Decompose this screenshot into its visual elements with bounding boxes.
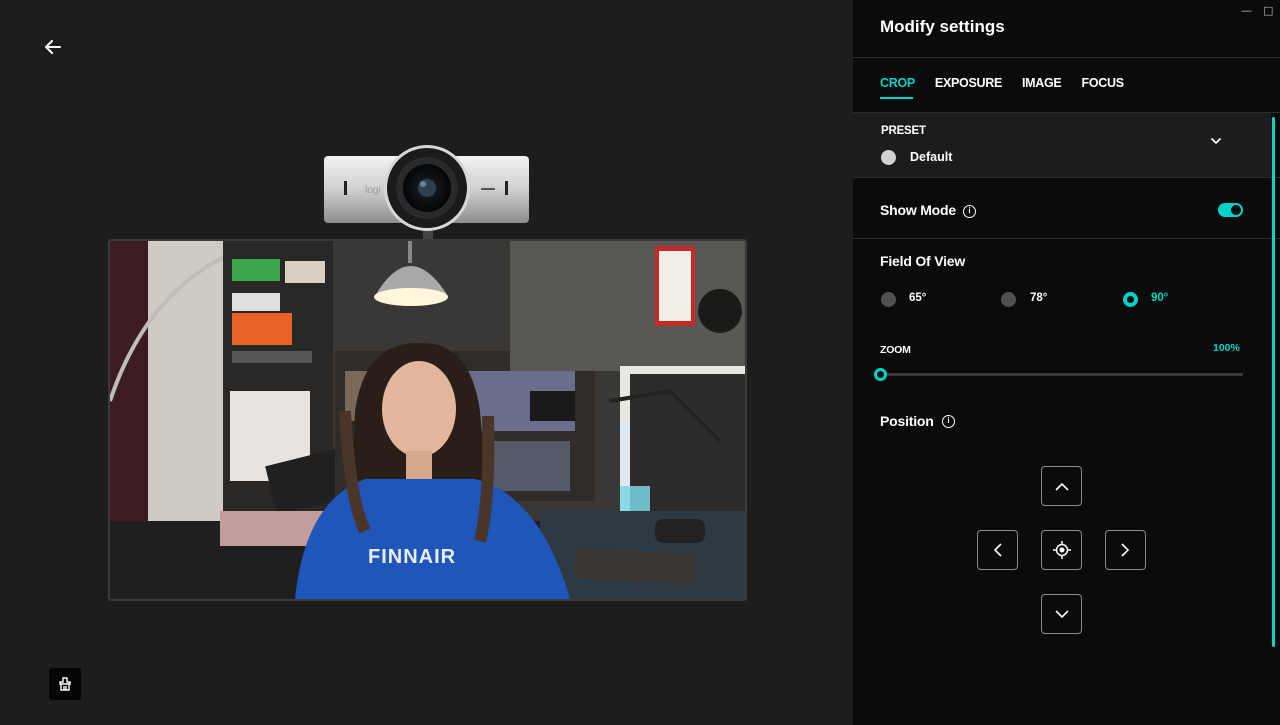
back-button[interactable] — [40, 34, 66, 60]
fov-65-radio[interactable] — [881, 292, 896, 307]
show-mode-toggle[interactable] — [1218, 203, 1243, 217]
app-window: logi FINNAIR — □ Modify settings CROP EX… — [0, 0, 1280, 725]
webcam-logo: logi — [365, 185, 381, 196]
preset-value: Default — [910, 150, 953, 164]
info-icon[interactable]: i — [942, 415, 955, 428]
chevron-up-icon — [1054, 482, 1069, 491]
field-of-view-label: Field Of View — [880, 253, 966, 269]
chevron-down-icon[interactable] — [1210, 137, 1222, 145]
preset-dropdown[interactable]: PRESET Default — [853, 113, 1271, 177]
settings-tabs: CROP EXPOSURE IMAGE FOCUS — [880, 76, 1124, 102]
active-tab-indicator — [880, 97, 913, 99]
chevron-right-icon — [1121, 543, 1130, 557]
shirt-text: FINNAIR — [368, 546, 456, 568]
tab-image[interactable]: IMAGE — [1022, 76, 1062, 102]
chevron-down-icon — [1054, 609, 1069, 618]
crosshair-icon — [1052, 541, 1071, 559]
panel-title: Modify settings — [880, 17, 1005, 36]
panel-scrollbar[interactable] — [1272, 117, 1275, 647]
divider — [853, 238, 1280, 239]
preset-color-dot — [881, 150, 896, 165]
recenter-button[interactable] — [1041, 530, 1082, 570]
zoom-value: 100% — [1213, 342, 1240, 354]
pan-up-button[interactable] — [1041, 466, 1082, 506]
zoom-slider-track[interactable] — [880, 373, 1243, 376]
pan-left-button[interactable] — [977, 530, 1018, 570]
divider — [853, 177, 1280, 178]
pan-down-button[interactable] — [1041, 594, 1082, 634]
preset-label: PRESET — [881, 125, 926, 137]
tab-exposure[interactable]: EXPOSURE — [935, 76, 1002, 102]
maximize-button[interactable]: □ — [1263, 4, 1273, 17]
settings-panel: — □ Modify settings CROP EXPOSURE IMAGE … — [853, 0, 1280, 725]
preview-image: FINNAIR — [110, 241, 745, 599]
camera-stage: logi FINNAIR — [0, 0, 853, 725]
show-mode-label: Show Mode — [880, 202, 956, 218]
divider — [853, 57, 1280, 58]
fov-65-label: 65° — [909, 292, 927, 304]
fov-78-label: 78° — [1030, 292, 1048, 304]
pan-right-button[interactable] — [1105, 530, 1146, 570]
toggle-knob — [1231, 205, 1241, 215]
fov-78-radio[interactable] — [1001, 292, 1016, 307]
zoom-slider-thumb[interactable] — [874, 368, 887, 381]
brush-icon — [59, 677, 71, 691]
camera-preview: FINNAIR — [108, 239, 747, 601]
cleanup-button[interactable] — [49, 668, 81, 700]
fov-90-label: 90° — [1151, 292, 1169, 304]
chevron-left-icon — [993, 543, 1002, 557]
arrow-left-icon — [45, 40, 61, 54]
fov-90-radio[interactable] — [1123, 292, 1138, 307]
position-label: Position — [880, 413, 934, 429]
zoom-label: ZOOM — [880, 344, 911, 356]
webcam-illustration: logi — [324, 145, 529, 245]
minimize-button[interactable]: — — [1241, 4, 1252, 17]
tab-focus[interactable]: FOCUS — [1081, 76, 1124, 102]
info-icon[interactable]: i — [963, 205, 976, 218]
